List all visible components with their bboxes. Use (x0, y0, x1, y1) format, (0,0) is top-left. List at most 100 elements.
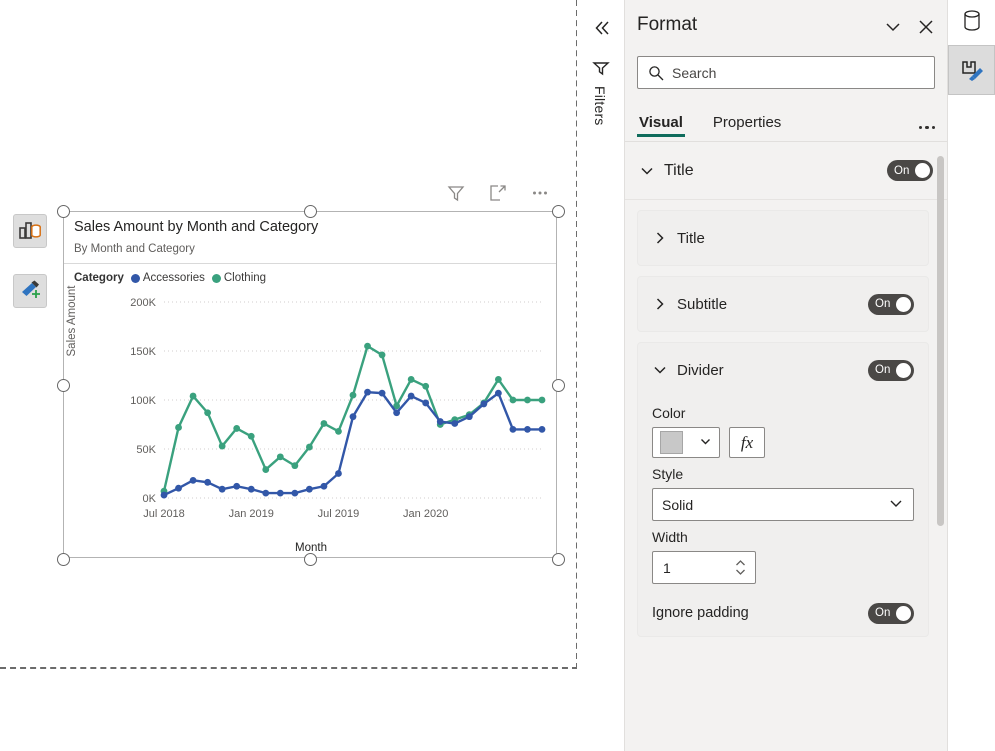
card-divider-label: Divider (677, 361, 724, 379)
ignore-padding-label: Ignore padding (652, 605, 749, 621)
card-title[interactable]: Title (637, 210, 929, 266)
format-pane-body[interactable]: Title On Title Subtitle On Divider On Co… (625, 142, 947, 751)
chart-svg: 0K 50K 100K 150K 200K Jul 2018 Jan 2019 Jul 201… (130, 297, 546, 520)
color-picker-button[interactable] (652, 427, 720, 458)
format-paint-icon (19, 279, 42, 303)
visual-header-icons (445, 182, 551, 204)
chevron-down-icon (888, 495, 904, 514)
resize-handle-middle-right[interactable] (552, 379, 565, 392)
section-title-label: Title (664, 161, 694, 179)
chevron-down-icon (652, 362, 668, 378)
visual-title: Sales Amount by Month and Category (74, 219, 319, 235)
svg-text:Jan 2020: Jan 2020 (403, 508, 448, 520)
legend-item-accessories[interactable]: Accessories (130, 272, 205, 284)
legend-label-accessories: Accessories (142, 272, 205, 284)
more-options-icon[interactable] (529, 182, 551, 204)
chevron-up-icon (736, 560, 745, 566)
search-input[interactable] (672, 64, 922, 81)
filter-funnel-icon[interactable] (591, 58, 611, 78)
card-subtitle-toggle[interactable]: On (868, 293, 914, 315)
ignore-padding-toggle[interactable]: On (868, 602, 914, 624)
legend-title: Category (74, 272, 124, 284)
tab-visual[interactable]: Visual (637, 114, 685, 141)
double-chevron-left-icon[interactable] (591, 17, 613, 39)
width-field-label: Width (652, 529, 688, 545)
resize-handle-top-left[interactable] (57, 205, 70, 218)
page-boundary-horizontal (0, 667, 577, 669)
y-axis-title: Sales Amount (66, 285, 78, 357)
card-divider-row[interactable]: Divider On (652, 343, 914, 397)
format-visual-button[interactable] (13, 274, 47, 308)
visual-divider (64, 263, 556, 264)
report-canvas[interactable]: Sales Amount by Month and Category By Mo… (0, 0, 577, 751)
format-pane-tabs: Visual Properties (625, 89, 947, 142)
chevron-down-icon (639, 163, 655, 179)
section-title[interactable]: Title On (625, 142, 947, 200)
toggle-knob (896, 362, 911, 378)
card-title-row[interactable]: Title (652, 211, 914, 265)
format-pane[interactable]: Format Visual Properties (625, 0, 948, 751)
section-title-toggle[interactable]: On (887, 160, 933, 181)
chevron-down-icon (699, 435, 712, 451)
chevron-down-icon (736, 569, 745, 575)
tab-properties[interactable]: Properties (711, 114, 783, 141)
visual-subtitle: By Month and Category (74, 243, 195, 255)
format-pane-header: Format (625, 0, 947, 56)
legend-item-clothing[interactable]: Clothing (211, 272, 267, 284)
ignore-padding-row: Ignore padding On (652, 590, 914, 636)
focus-mode-icon[interactable] (487, 182, 509, 204)
svg-text:200K: 200K (130, 297, 156, 309)
chevron-right-icon (652, 296, 668, 312)
toggle-knob (896, 605, 911, 621)
chart-plot-area[interactable]: Sales Amount 0K 50K 100K 150K 200K Jul 2018 Ja… (64, 286, 558, 559)
build-visual-button[interactable] (13, 214, 47, 248)
card-divider[interactable]: Divider On Color fx Style Solid Width 1 … (637, 342, 929, 637)
filter-icon[interactable] (445, 182, 467, 204)
resize-handle-top-right[interactable] (552, 205, 565, 218)
style-dropdown[interactable]: Solid (652, 488, 914, 521)
style-dropdown-value: Solid (662, 496, 694, 513)
line-chart-visual[interactable]: Sales Amount by Month and Category By Mo… (57, 185, 565, 566)
resize-handle-top-center[interactable] (304, 205, 317, 218)
data-cylinder-icon[interactable] (958, 7, 986, 35)
resize-handle-bottom-center[interactable] (304, 553, 317, 566)
svg-text:Jan 2019: Jan 2019 (229, 508, 274, 520)
svg-text:0K: 0K (143, 493, 157, 505)
toggle-label: On (875, 364, 891, 376)
toggle-label: On (875, 298, 891, 310)
right-icon-rail (948, 0, 995, 751)
format-search-box[interactable] (637, 56, 935, 89)
svg-text:50K: 50K (136, 444, 156, 456)
filters-pane-collapsed[interactable]: Filters (578, 0, 625, 751)
toggle-label: On (894, 164, 910, 177)
format-pane-scrollbar[interactable] (937, 156, 944, 526)
page-boundary-vertical (576, 0, 577, 669)
conditional-formatting-button[interactable]: fx (729, 427, 765, 458)
stepper-arrows[interactable] (734, 559, 747, 576)
style-field-label: Style (652, 466, 684, 482)
resize-handle-middle-left[interactable] (57, 379, 70, 392)
format-paint-icon[interactable] (948, 45, 995, 95)
svg-text:100K: 100K (130, 395, 156, 407)
resize-handle-bottom-right[interactable] (552, 553, 565, 566)
card-subtitle-row[interactable]: Subtitle On (652, 277, 914, 331)
chevron-right-icon (652, 230, 668, 246)
color-swatch (660, 431, 683, 454)
width-stepper[interactable]: 1 (652, 551, 756, 584)
toggle-label: On (875, 607, 891, 619)
chevron-down-icon[interactable] (883, 17, 903, 37)
card-divider-toggle[interactable]: On (868, 359, 914, 381)
card-subtitle[interactable]: Subtitle On (637, 276, 929, 332)
color-field-label: Color (652, 405, 686, 421)
svg-text:Jul 2019: Jul 2019 (318, 508, 360, 520)
more-options-icon[interactable] (918, 125, 935, 142)
toggle-knob (896, 296, 911, 312)
format-pane-title: Format (637, 14, 698, 35)
chart-legend: Category Accessories Clothing (74, 272, 266, 284)
legend-label-clothing: Clothing (223, 272, 267, 284)
close-icon[interactable] (916, 17, 936, 37)
filters-pane-label: Filters (592, 86, 608, 126)
legend-swatch-accessories (130, 273, 140, 283)
resize-handle-bottom-left[interactable] (57, 553, 70, 566)
search-icon (648, 65, 664, 81)
